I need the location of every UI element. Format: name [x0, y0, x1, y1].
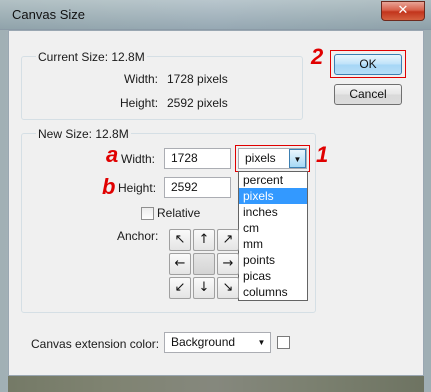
annotation-2: 2	[311, 44, 324, 69]
unit-option-picas[interactable]: picas	[239, 268, 307, 284]
anchor-sw-icon[interactable]: ↙	[169, 277, 191, 299]
unit-dropdown-arrow-icon[interactable]: ▼	[289, 149, 306, 168]
new-height-field[interactable]: 2592	[164, 177, 231, 198]
unit-option-percent[interactable]: percent	[239, 172, 307, 188]
ok-button[interactable]: OK	[334, 54, 402, 75]
anchor-nw-icon[interactable]: ↖	[169, 229, 191, 251]
unit-dropdown-list: percent pixels inches cm mm points picas…	[238, 171, 308, 301]
new-width-field[interactable]: 1728	[164, 148, 231, 169]
cancel-button[interactable]: Cancel	[334, 84, 402, 105]
unit-option-points[interactable]: points	[239, 252, 307, 268]
unit-option-inches[interactable]: inches	[239, 204, 307, 220]
annotation-b: b	[102, 174, 116, 199]
current-width-value: 1728 pixels	[167, 72, 228, 86]
new-height-label: Height:	[118, 181, 157, 195]
relative-checkbox[interactable]	[141, 207, 154, 220]
anchor-s-icon[interactable]: ↓	[193, 277, 215, 299]
anchor-grid: ↖ ↑ ↗ ← → ↙ ↓ ↘	[169, 229, 241, 301]
unit-select-value: pixels	[245, 151, 276, 165]
anchor-center[interactable]	[193, 253, 215, 275]
anchor-se-icon[interactable]: ↘	[217, 277, 239, 299]
close-icon: ✕	[397, 3, 409, 18]
unit-option-cm[interactable]: cm	[239, 220, 307, 236]
new-size-label: New Size: 12.8M	[36, 127, 131, 141]
anchor-label: Anchor:	[117, 229, 159, 243]
window-title: Canvas Size	[12, 7, 85, 22]
unit-option-pixels[interactable]: pixels	[239, 188, 307, 204]
window-frame-right	[424, 30, 431, 392]
current-width-label: Width:	[124, 72, 159, 86]
unit-option-columns[interactable]: columns	[239, 284, 307, 300]
unit-option-mm[interactable]: mm	[239, 236, 307, 252]
anchor-w-icon[interactable]: ←	[169, 253, 191, 275]
annotation-1: 1	[316, 142, 329, 167]
extension-color-value: Background	[171, 335, 236, 349]
annotation-a: a	[106, 142, 119, 167]
extension-color-swatch[interactable]	[277, 336, 290, 349]
anchor-e-icon[interactable]: →	[217, 253, 239, 275]
window-frame-left	[0, 30, 8, 392]
new-width-label: Width:	[121, 152, 156, 166]
relative-label: Relative	[157, 206, 201, 220]
current-height-value: 2592 pixels	[167, 96, 228, 110]
extension-color-label: Canvas extension color:	[31, 337, 160, 351]
anchor-n-icon[interactable]: ↑	[193, 229, 215, 251]
background-photo-strip	[8, 376, 424, 392]
current-size-label: Current Size: 12.8M	[36, 50, 147, 64]
current-height-label: Height:	[120, 96, 159, 110]
close-button[interactable]: ✕	[381, 1, 425, 21]
extension-dropdown-arrow-icon[interactable]: ▼	[253, 333, 270, 352]
current-size-group	[21, 56, 303, 120]
title-bar: Canvas Size ✕	[0, 0, 431, 30]
anchor-ne-icon[interactable]: ↗	[217, 229, 239, 251]
